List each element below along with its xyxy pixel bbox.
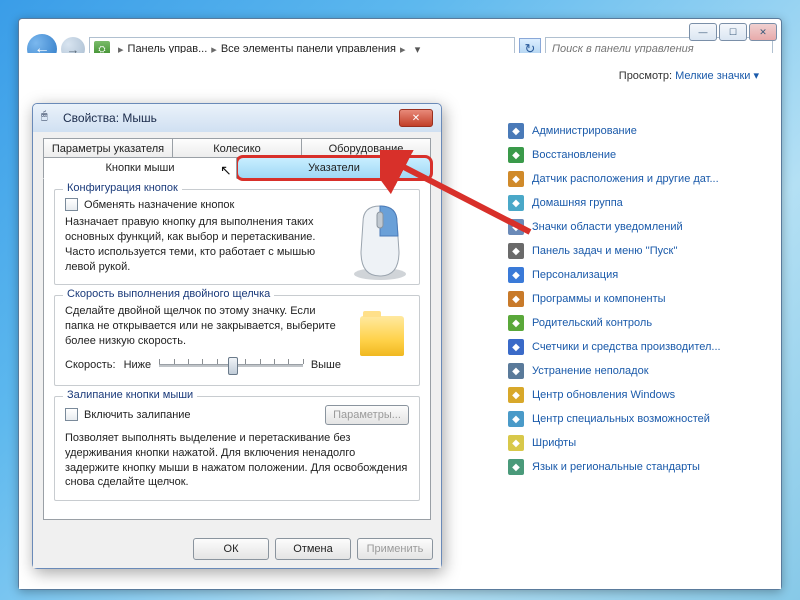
swap-buttons-checkbox[interactable] [65,198,78,211]
item-label: Счетчики и средства производител... [532,341,721,353]
item-label: Устранение неполадок [532,365,649,377]
minimize-button[interactable]: — [689,23,717,41]
group-legend: Скорость выполнения двойного щелчка [63,288,274,300]
view-dropdown[interactable]: Мелкие значки ▾ [675,70,759,82]
mouse-properties-dialog: 🖱 Свойства: Мышь ✕ Параметры указателя К… [32,103,442,569]
control-panel-item[interactable]: ◆ Шрифты [508,435,763,451]
item-icon: ◆ [508,171,524,187]
tab-buttons[interactable]: Кнопки мыши [43,157,237,179]
swap-buttons-label: Обменять назначение кнопок [84,199,234,211]
clicklock-label: Включить залипание [84,409,191,421]
speed-label: Скорость: [65,359,116,371]
control-panel-item[interactable]: ◆ Администрирование [508,123,763,139]
tab-strip-back: Параметры указателя Колесико Оборудовани… [43,138,431,158]
item-icon: ◆ [508,363,524,379]
control-panel-item[interactable]: ◆ Счетчики и средства производител... [508,339,763,355]
mouse-icon: 🖱 [41,110,57,126]
group-button-config: Конфигурация кнопок Обменять назначение … [54,189,420,285]
speed-high-label: Выше [311,359,341,371]
swap-buttons-desc: Назначает правую кнопку для выполнения т… [65,215,339,274]
dialog-button-row: ОК Отмена Применить [33,530,441,568]
item-icon: ◆ [508,195,524,211]
item-label: Родительский контроль [532,317,652,329]
item-icon: ◆ [508,459,524,475]
tab-label: Указатели [308,162,360,174]
dialog-close-button[interactable]: ✕ [399,109,433,127]
item-label: Персонализация [532,269,618,281]
tab-hardware[interactable]: Оборудование [302,138,431,158]
group-double-click-speed: Скорость выполнения двойного щелчка Сдел… [54,295,420,386]
control-panel-item[interactable]: ◆ Восстановление [508,147,763,163]
clicklock-settings-button[interactable]: Параметры... [325,405,409,425]
control-panel-item[interactable]: ◆ Панель задач и меню ''Пуск'' [508,243,763,259]
control-panel-item[interactable]: ◆ Датчик расположения и другие дат... [508,171,763,187]
control-panel-item[interactable]: ◆ Программы и компоненты [508,291,763,307]
control-panel-item[interactable]: ◆ Домашняя группа [508,195,763,211]
maximize-button[interactable]: ☐ [719,23,747,41]
item-icon: ◆ [508,219,524,235]
item-label: Центр обновления Windows [532,389,675,401]
apply-button[interactable]: Применить [357,538,433,560]
item-label: Значки области уведомлений [532,221,683,233]
item-icon: ◆ [508,387,524,403]
control-panel-item[interactable]: ◆ Устранение неполадок [508,363,763,379]
double-click-speed-slider[interactable] [159,355,303,375]
dialog-title: Свойства: Мышь [63,111,157,125]
view-selector: Просмотр: Мелкие значки ▾ [619,69,759,82]
item-label: Язык и региональные стандарты [532,461,700,473]
item-label: Шрифты [532,437,576,449]
control-panel-item[interactable]: ◆ Центр специальных возможностей [508,411,763,427]
clicklock-checkbox[interactable] [65,408,78,421]
clicklock-desc: Позволяет выполнять выделение и перетаск… [65,431,409,490]
item-icon: ◆ [508,435,524,451]
tab-pointer-options[interactable]: Параметры указателя [43,138,173,158]
control-panel-items: ◆ Администрирование ◆ Восстановление ◆ Датчик… [508,123,763,475]
nav-bar: ← → ⛭ ▸ Панель управ... ▸ Все элементы п… [19,19,781,53]
tab-strip-front: Кнопки мыши Указатели ↖ [43,157,431,179]
control-panel-item[interactable]: ◆ Значки области уведомлений [508,219,763,235]
item-label: Программы и компоненты [532,293,666,305]
tab-pointers[interactable]: Указатели ↖ [237,157,431,179]
control-panel-item[interactable]: ◆ Центр обновления Windows [508,387,763,403]
control-panel-item[interactable]: ◆ Язык и региональные стандарты [508,459,763,475]
dialog-titlebar[interactable]: 🖱 Свойства: Мышь ✕ [33,104,441,132]
ok-button[interactable]: ОК [193,538,269,560]
group-clicklock: Залипание кнопки мыши Включить залипание… [54,396,420,501]
item-icon: ◆ [508,315,524,331]
close-button[interactable]: ✕ [749,23,777,41]
double-click-desc: Сделайте двойной щелчок по этому значку.… [65,304,341,349]
mouse-illustration [349,202,411,284]
control-panel-item[interactable]: ◆ Родительский контроль [508,315,763,331]
dialog-body: Параметры указателя Колесико Оборудовани… [33,132,441,530]
item-icon: ◆ [508,123,524,139]
item-icon: ◆ [508,267,524,283]
tab-wheel[interactable]: Колесико [173,138,302,158]
group-legend: Конфигурация кнопок [63,182,182,194]
cancel-button[interactable]: Отмена [275,538,351,560]
item-icon: ◆ [508,243,524,259]
item-label: Администрирование [532,125,637,137]
item-icon: ◆ [508,147,524,163]
view-label: Просмотр: [619,70,672,82]
item-icon: ◆ [508,291,524,307]
item-label: Датчик расположения и другие дат... [532,173,719,185]
item-label: Панель задач и меню ''Пуск'' [532,245,678,257]
speed-low-label: Ниже [124,359,152,371]
cursor-icon: ↖ [220,162,232,179]
tab-panel-buttons: Конфигурация кнопок Обменять назначение … [43,179,431,520]
item-icon: ◆ [508,411,524,427]
item-label: Центр специальных возможностей [532,413,710,425]
item-label: Домашняя группа [532,197,623,209]
item-icon: ◆ [508,339,524,355]
group-legend: Залипание кнопки мыши [63,389,197,401]
item-label: Восстановление [532,149,616,161]
control-panel-item[interactable]: ◆ Персонализация [508,267,763,283]
folder-icon[interactable] [360,316,404,356]
